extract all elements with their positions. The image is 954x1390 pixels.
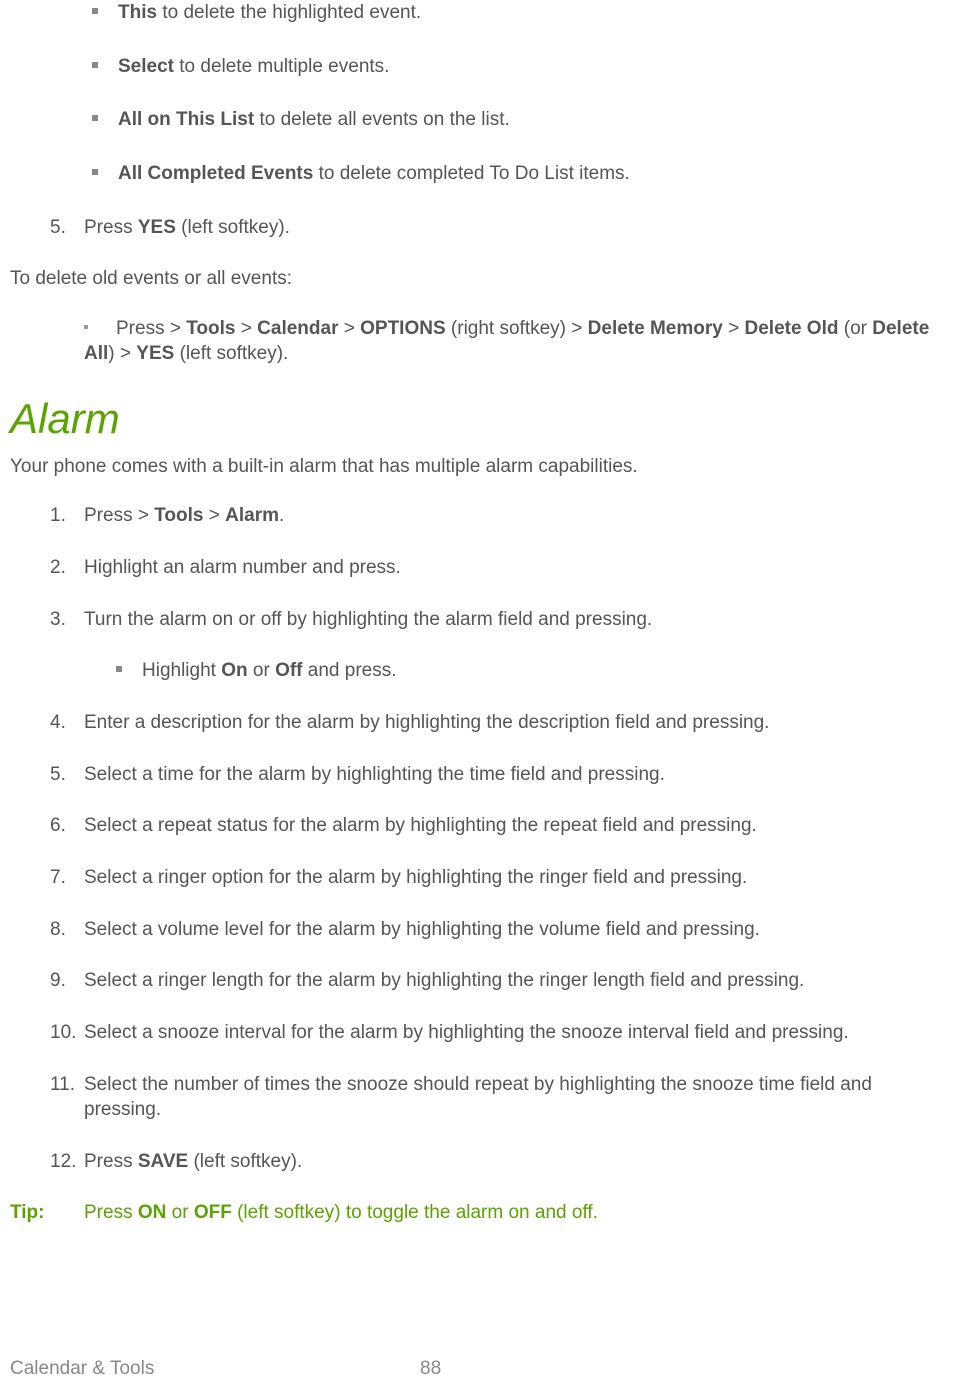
alarm-step-3-sub: Highlight On or Off and press. <box>116 658 944 684</box>
tip-content: Press ON or OFF (left softkey) to toggle… <box>84 1200 944 1226</box>
opt-all-on-list-text: to delete all events on the list. <box>254 109 510 130</box>
opt-all-on-list-label: All on This List <box>118 109 254 130</box>
alarm-steps: 1. Press > Tools > Alarm. 2. Highlight a… <box>50 503 944 632</box>
delete-options-sublist: This to delete the highlighted event. Se… <box>92 0 944 187</box>
alarm-step-7: 7. Select a ringer option for the alarm … <box>50 865 944 891</box>
bullet-icon <box>84 325 88 329</box>
bullet-icon <box>92 169 98 175</box>
alarm-step-3: 3. Turn the alarm on or off by highlight… <box>50 607 944 633</box>
opt-this-label: This <box>118 2 157 23</box>
opt-this-text: to delete the highlighted event. <box>157 2 421 23</box>
opt-all-completed-text: to delete completed To Do List items. <box>313 163 629 184</box>
alarm-step-8: 8. Select a volume level for the alarm b… <box>50 917 944 943</box>
alarm-step-12: 12. Press SAVE (left softkey). <box>50 1149 944 1175</box>
alarm-step-5: 5. Select a time for the alarm by highli… <box>50 762 944 788</box>
opt-select-label: Select <box>118 56 174 77</box>
delete-step-5: 5. Press YES (left softkey). <box>50 215 944 241</box>
alarm-heading: Alarm <box>10 391 944 448</box>
alarm-step-2: 2. Highlight an alarm number and press. <box>50 555 944 581</box>
alarm-step-4: 4. Enter a description for the alarm by … <box>50 710 944 736</box>
footer-section: Calendar & Tools <box>10 1356 420 1382</box>
alarm-intro: Your phone comes with a built-in alarm t… <box>10 454 944 480</box>
bullet-icon <box>92 62 98 68</box>
alarm-step-9: 9. Select a ringer length for the alarm … <box>50 968 944 994</box>
alarm-step-11: 11. Select the number of times the snooz… <box>50 1072 944 1123</box>
alarm-steps-cont: 4. Enter a description for the alarm by … <box>50 710 944 1174</box>
alarm-step-1: 1. Press > Tools > Alarm. <box>50 503 944 529</box>
bullet-icon <box>116 666 122 672</box>
opt-select-text: to delete multiple events. <box>174 56 389 77</box>
alarm-step-6: 6. Select a repeat status for the alarm … <box>50 813 944 839</box>
step-content: Press YES (left softkey). <box>84 215 944 241</box>
footer-page-number: 88 <box>420 1356 441 1382</box>
opt-all-on-list: All on This List to delete all events on… <box>92 107 944 133</box>
step-number: 5. <box>50 215 84 241</box>
opt-select: Select to delete multiple events. <box>92 54 944 80</box>
page-footer: Calendar & Tools 88 <box>10 1356 944 1382</box>
delete-old-intro: To delete old events or all events: <box>10 266 944 292</box>
delete-old-step: Press > Tools > Calendar > OPTIONS (righ… <box>84 316 944 367</box>
tip-row: Tip: Press ON or OFF (left softkey) to t… <box>10 1200 944 1226</box>
opt-all-completed-label: All Completed Events <box>118 163 313 184</box>
bullet-icon <box>92 115 98 121</box>
alarm-step-10: 10. Select a snooze interval for the ala… <box>50 1020 944 1046</box>
opt-this: This to delete the highlighted event. <box>92 0 944 26</box>
opt-all-completed: All Completed Events to delete completed… <box>92 161 944 187</box>
bullet-icon <box>92 8 98 14</box>
tip-label: Tip: <box>10 1200 84 1226</box>
